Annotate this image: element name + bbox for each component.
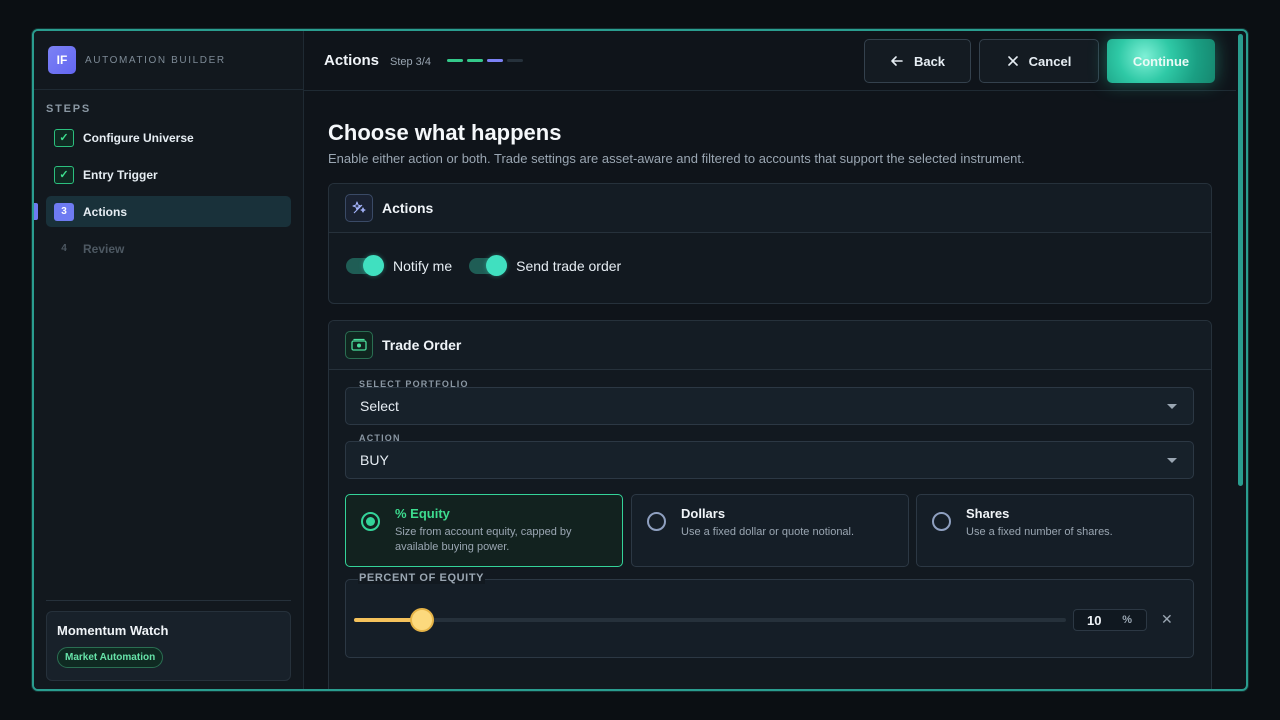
check-icon: ✓: [54, 128, 74, 147]
panel-title: Actions: [382, 200, 434, 216]
panel-header: Actions: [329, 184, 1211, 233]
panel-title: Trade Order: [382, 337, 462, 353]
toggle-knob: [363, 255, 384, 276]
portfolio-value: Select: [360, 398, 399, 414]
option-title: Dollars: [681, 506, 726, 521]
automation-type-badge: Market Automation: [57, 647, 164, 668]
option-description: Use a fixed number of shares.: [966, 526, 1113, 538]
sizing-option-shares[interactable]: Shares Use a fixed number of shares.: [916, 494, 1194, 567]
continue-button[interactable]: Continue: [1107, 39, 1215, 83]
sidebar-step-review[interactable]: 4 Review: [46, 233, 291, 264]
page-title: Actions: [324, 52, 380, 69]
step-progress: [447, 59, 523, 62]
action-value: BUY: [360, 452, 389, 468]
step-label: Configure Universe: [83, 130, 194, 145]
notify-toggle[interactable]: Notify me: [346, 255, 453, 276]
percent-equity-label: PERCENT OF EQUITY: [358, 572, 486, 584]
progress-segment: [447, 59, 463, 62]
toggle-switch[interactable]: [346, 255, 384, 276]
app-window: IF AUTOMATION BUILDER STEPS ✓ Configure …: [32, 29, 1248, 691]
option-title: Shares: [966, 506, 1010, 521]
percent-equity-control: 10 % ✕: [345, 579, 1194, 658]
step-number: 4: [61, 243, 67, 254]
progress-segment: [507, 59, 523, 62]
step-number: 3: [54, 202, 74, 221]
back-label: Back: [913, 53, 946, 69]
brand-name: AUTOMATION BUILDER: [85, 54, 226, 66]
action-toggles: Notify me Send trade order: [346, 255, 638, 276]
clear-icon[interactable]: ✕: [1161, 611, 1173, 628]
toggle-label: Notify me: [393, 258, 453, 274]
chevron-down-icon: [1167, 404, 1177, 409]
check-icon: ✓: [54, 165, 74, 184]
sidebar-step-configure-universe[interactable]: ✓ Configure Universe: [46, 122, 291, 153]
brand-logo: IF: [48, 46, 76, 74]
step-label: Review: [83, 241, 125, 256]
radio-button[interactable]: [361, 512, 380, 531]
sizing-option-dollars[interactable]: Dollars Use a fixed dollar or quote noti…: [631, 494, 909, 567]
main-content: Actions Step 3/4 Back Cancel Continue Ch…: [304, 31, 1236, 689]
cancel-button[interactable]: Cancel: [979, 39, 1099, 83]
toggle-knob: [486, 255, 508, 276]
send-trade-toggle[interactable]: Send trade order: [469, 255, 622, 276]
panel-header: Trade Order: [329, 321, 1211, 370]
back-button[interactable]: Back: [864, 39, 971, 83]
automation-name: Momentum Watch: [57, 623, 169, 638]
progress-segment: [487, 59, 503, 62]
toggle-switch[interactable]: [469, 255, 508, 276]
sidebar-step-entry-trigger[interactable]: ✓ Entry Trigger: [46, 159, 291, 190]
arrow-left-icon: [891, 56, 903, 66]
portfolio-select[interactable]: Select: [345, 387, 1194, 425]
toggle-label: Send trade order: [516, 258, 622, 274]
section-subtitle: Enable either action or both. Trade sett…: [328, 151, 1025, 166]
progress-segment: [467, 59, 483, 62]
top-bar: Actions Step 3/4 Back Cancel Continue: [304, 31, 1236, 91]
option-description: Use a fixed dollar or quote notional.: [681, 526, 855, 538]
percent-unit: %: [1122, 614, 1132, 626]
divider: [34, 89, 303, 90]
sizing-option-percent-equity[interactable]: % Equity Size from account equity, cappe…: [345, 494, 623, 567]
section-heading: Choose what happens: [328, 120, 562, 145]
percent-input[interactable]: 10 %: [1073, 609, 1147, 631]
active-step-indicator: [34, 203, 38, 220]
divider: [46, 600, 291, 601]
chevron-down-icon: [1167, 458, 1177, 463]
step-counter: Step 3/4: [390, 56, 431, 68]
scrollbar-thumb[interactable]: [1238, 34, 1243, 486]
steps-title: STEPS: [46, 103, 92, 115]
cash-icon: [345, 331, 373, 359]
trade-order-panel: Trade Order SELECT PORTFOLIO Select ACTI…: [328, 320, 1212, 689]
actions-panel: Actions Notify me Send trade order: [328, 183, 1212, 304]
brand: IF AUTOMATION BUILDER: [48, 46, 226, 74]
sparkles-icon: [345, 194, 373, 222]
automation-card: Momentum Watch Market Automation: [46, 611, 291, 681]
radio-button[interactable]: [647, 512, 666, 531]
sidebar-step-actions[interactable]: 3 Actions: [46, 196, 291, 227]
cancel-label: Cancel: [1028, 53, 1072, 69]
action-select[interactable]: BUY: [345, 441, 1194, 479]
sidebar: IF AUTOMATION BUILDER STEPS ✓ Configure …: [34, 31, 304, 689]
close-icon: [1007, 56, 1018, 66]
step-label: Entry Trigger: [83, 167, 158, 182]
radio-button[interactable]: [932, 512, 951, 531]
option-title: % Equity: [395, 506, 450, 521]
slider-track[interactable]: [354, 608, 1066, 632]
slider-handle[interactable]: [409, 608, 434, 632]
percent-value: 10: [1087, 612, 1102, 628]
option-description: Size from account equity, capped by avai…: [395, 526, 572, 553]
step-label: Actions: [83, 204, 128, 219]
